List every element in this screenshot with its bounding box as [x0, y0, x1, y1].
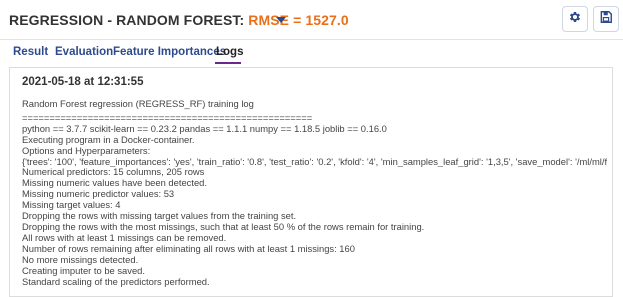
save-icon	[599, 10, 613, 29]
log-line: python == 3.7.7 scikit-learn == 0.23.2 p…	[22, 123, 387, 134]
tab-logs[interactable]: Logs	[216, 46, 243, 58]
log-line: Options and Hyperparameters:	[22, 145, 151, 156]
log-line: Creating imputer to be saved.	[22, 265, 145, 276]
save-button[interactable]	[593, 6, 619, 32]
log-line: Missing numeric values have been detecte…	[22, 178, 208, 189]
log-line: Dropping the rows with missing target va…	[22, 211, 297, 222]
tab-evaluation[interactable]: Evaluation	[55, 46, 113, 58]
tab-bar: Result Evaluation Feature Importances Lo…	[0, 40, 623, 64]
log-line: All rows with at least 1 missings can be…	[22, 232, 227, 243]
page-title: REGRESSION - RANDOM FOREST: RMSE = 1527.…	[9, 12, 349, 28]
log-line: Standard scaling of the predictors perfo…	[22, 276, 210, 287]
active-tab-indicator	[215, 62, 241, 64]
log-date: 2021-05-18 at 12:31:55	[22, 76, 144, 88]
log-line: Missing numeric predictor values: 53	[22, 189, 175, 200]
log-line: Numerical predictors: 15 columns, 205 ro…	[22, 167, 205, 178]
log-panel[interactable]: 2021-05-18 at 12:31:55 Random Forest reg…	[9, 67, 613, 297]
settings-button[interactable]	[562, 6, 588, 32]
log-line: Dropping the rows with the most missings…	[22, 221, 425, 232]
log-line: No more missings detected.	[22, 254, 139, 265]
log-line: Missing target values: 4	[22, 200, 121, 211]
log-line: ========================================…	[22, 112, 313, 123]
log-line: Number of rows remaining after eliminati…	[22, 243, 355, 254]
caret-down-icon[interactable]	[276, 17, 286, 23]
gear-icon	[568, 10, 582, 29]
tab-result[interactable]: Result	[13, 46, 48, 58]
rmse-metric: RMSE = 1527.0	[248, 12, 349, 28]
tab-feature-importances[interactable]: Feature Importances	[113, 46, 226, 58]
log-lines: Random Forest regression (REGRESS_RF) tr…	[22, 99, 607, 287]
log-line: Executing program in a Docker-container.	[22, 134, 195, 145]
log-line: Random Forest regression (REGRESS_RF) tr…	[22, 99, 254, 109]
log-line: {'trees': '100', 'feature_importances': …	[22, 156, 607, 167]
title-prefix: REGRESSION - RANDOM FOREST:	[9, 12, 249, 28]
header-bar: REGRESSION - RANDOM FOREST: RMSE = 1527.…	[0, 0, 623, 40]
